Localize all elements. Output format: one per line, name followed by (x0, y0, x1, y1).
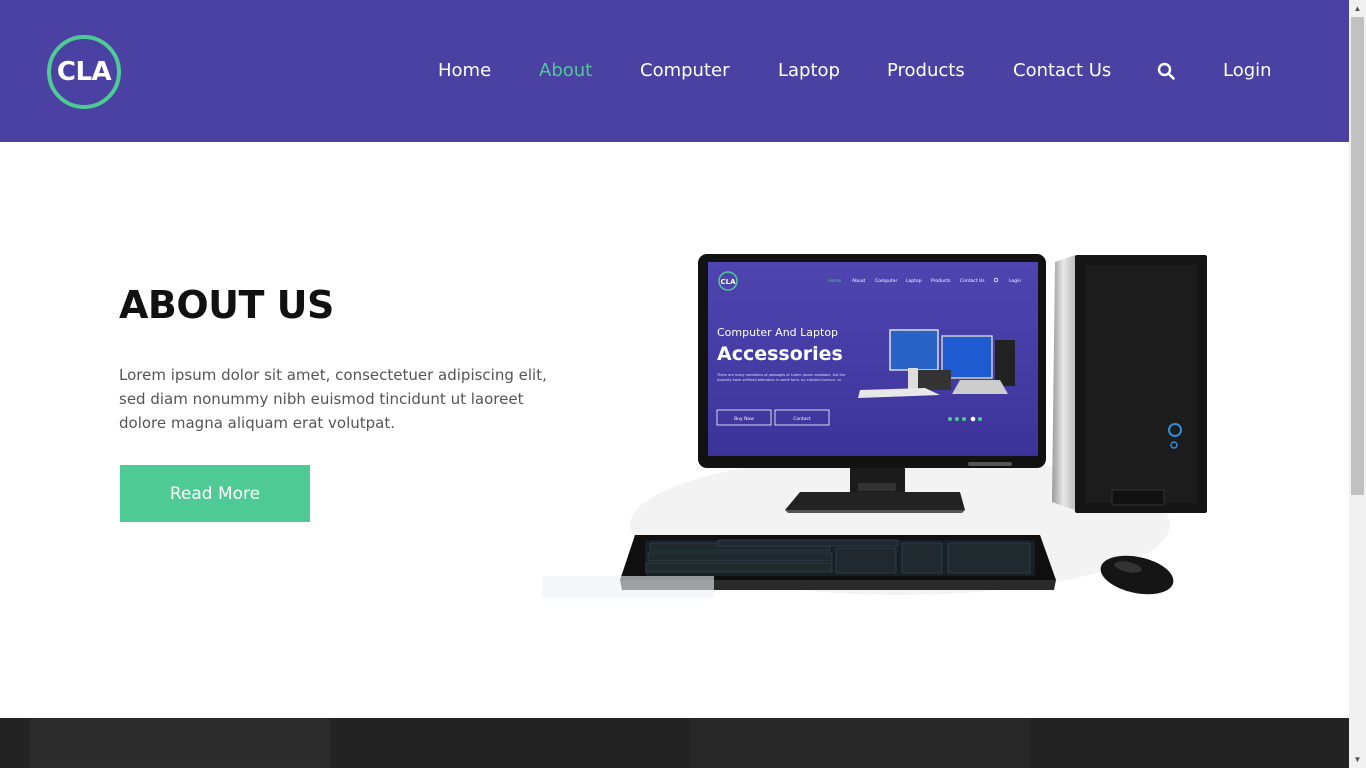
svg-text:Home: Home (828, 278, 842, 284)
footer-texture (30, 718, 330, 768)
nav-item-home[interactable]: Home (438, 60, 491, 81)
site-header: CLA Home About Computer Laptop Products … (0, 0, 1349, 142)
svg-text:Computer: Computer (875, 278, 898, 284)
monitor: CLA Home About Computer Laptop Products … (698, 254, 1046, 468)
pc-tower (1052, 255, 1207, 513)
scroll-down-icon[interactable]: ▼ (1349, 751, 1366, 768)
nav-item-products[interactable]: Products (887, 60, 965, 81)
footer-texture (690, 718, 1030, 768)
scrollbar-thumb[interactable] (1351, 17, 1364, 495)
screen-buy-now: Buy Now (734, 416, 754, 422)
screen-body-text: There are many variations of passages of… (717, 373, 846, 382)
screen-heading-big: Accessories (717, 343, 843, 365)
svg-text:Contact Us: Contact Us (960, 278, 985, 284)
about-title: ABOUT US (119, 283, 334, 327)
scroll-up-icon[interactable]: ▲ (1349, 0, 1366, 17)
nav-item-about[interactable]: About (539, 60, 592, 81)
nav-item-computer[interactable]: Computer (640, 60, 729, 81)
vertical-scrollbar[interactable]: ▲ ▼ (1349, 0, 1366, 768)
about-text: Lorem ipsum dolor sit amet, consectetuer… (119, 366, 547, 432)
svg-text:Products: Products (931, 278, 951, 284)
svg-text:About: About (852, 278, 866, 284)
screen-heading-small: Computer And Laptop (717, 326, 838, 339)
main-nav: Home About Computer Laptop Products Cont… (0, 60, 1349, 84)
footer-band (0, 718, 1349, 768)
desktop-computer-image: CLA Home About Computer Laptop Products … (542, 254, 1207, 598)
search-icon[interactable] (1157, 62, 1175, 80)
svg-text:Laptop: Laptop (906, 278, 922, 284)
svg-text:Login: Login (1009, 278, 1021, 284)
screen-contact: Contact (793, 416, 811, 422)
screen-logo: CLA (720, 278, 736, 286)
nav-item-laptop[interactable]: Laptop (778, 60, 840, 81)
read-more-button[interactable]: Read More (120, 465, 310, 522)
page: CLA Home About Computer Laptop Products … (0, 0, 1349, 768)
login-link[interactable]: Login (1223, 60, 1272, 81)
nav-item-contact-us[interactable]: Contact Us (1013, 60, 1111, 81)
